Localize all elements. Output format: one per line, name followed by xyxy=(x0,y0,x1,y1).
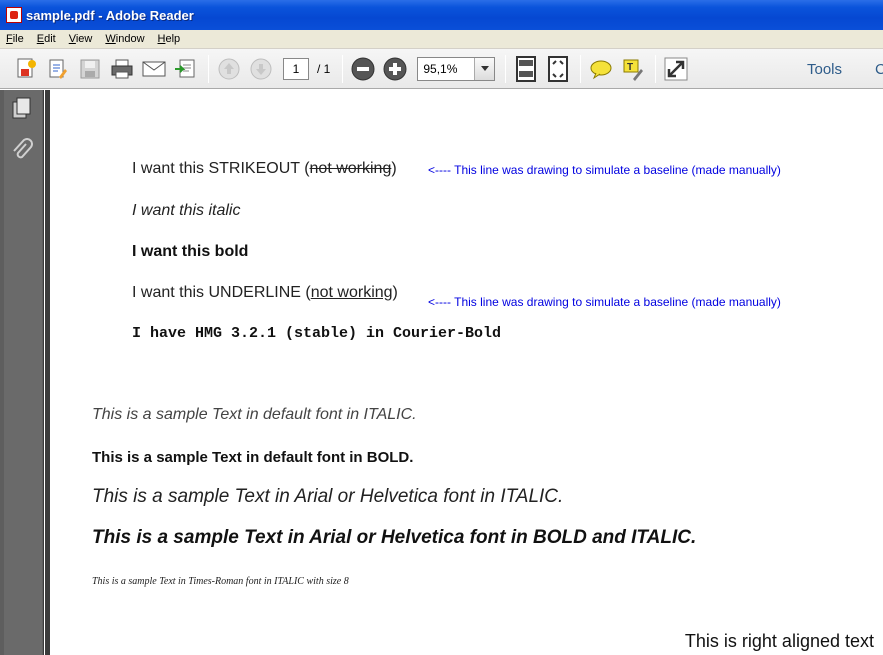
sticky-note-button[interactable] xyxy=(587,55,615,83)
menu-edit-key: E xyxy=(36,33,45,45)
bold-line: I want this bold xyxy=(132,243,249,260)
highlight-text-icon: T xyxy=(623,59,644,81)
svg-text:T: T xyxy=(627,62,633,73)
speech-bubble-icon xyxy=(590,60,612,79)
navigation-panel xyxy=(0,90,44,655)
arrow-down-icon xyxy=(250,58,272,79)
create-pdf-button[interactable] xyxy=(12,55,40,83)
menu-view-key: V xyxy=(68,33,76,45)
save-button[interactable] xyxy=(76,55,104,83)
strikeout-line: I want this STRIKEOUT (not working) xyxy=(132,160,397,178)
print-icon xyxy=(111,59,133,78)
pages-icon xyxy=(12,97,31,119)
chevron-down-icon xyxy=(480,66,489,71)
menu-view[interactable]: View xyxy=(67,33,95,45)
expand-icon xyxy=(664,57,688,80)
right-aligned-line: This is right aligned text xyxy=(684,631,874,651)
toolbar-separator xyxy=(655,54,657,83)
email-button[interactable] xyxy=(140,55,168,83)
arrow-up-icon xyxy=(218,58,240,79)
menu-view-rest: iew xyxy=(75,33,93,45)
review-button[interactable] xyxy=(172,55,200,83)
fit-page-button[interactable] xyxy=(512,55,540,83)
underline-line: I want this UNDERLINE (not working) xyxy=(132,284,398,302)
highlight-button[interactable]: T xyxy=(619,55,647,83)
navigation-panel-inner xyxy=(4,90,42,655)
previous-page-button[interactable] xyxy=(215,55,243,83)
menu-file-key: F xyxy=(6,33,13,45)
menu-file[interactable]: File xyxy=(4,33,26,45)
edit-pdf-button[interactable] xyxy=(44,55,72,83)
times-italic-line: This is a sample Text in Times-Roman fon… xyxy=(92,576,349,587)
default-bold-line: This is a sample Text in default font in… xyxy=(92,449,414,466)
print-button[interactable] xyxy=(108,55,136,83)
attachments-button[interactable] xyxy=(11,138,33,162)
default-italic-line: This is a sample Text in default font in… xyxy=(92,406,417,423)
menu-window-key: W xyxy=(105,33,116,45)
pdf-file-icon xyxy=(6,7,22,23)
zoom-in-button[interactable] xyxy=(381,55,409,83)
underline-text: not working xyxy=(310,284,393,301)
strikeout-text: not working xyxy=(309,160,392,177)
baseline-note: <---- This line was drawing to simulate … xyxy=(428,163,781,177)
page-number-input[interactable]: 1 xyxy=(283,57,309,80)
create-pdf-icon xyxy=(17,58,36,77)
underline-suffix: ) xyxy=(392,284,398,301)
page-thumbnails-button[interactable] xyxy=(11,96,33,120)
arial-italic-line: This is a sample Text in Arial or Helvet… xyxy=(92,486,564,507)
courier-bold-line: I have HMG 3.2.1 (stable) in Courier-Bol… xyxy=(132,325,502,342)
tools-pane-link[interactable]: Tools xyxy=(807,61,842,78)
italic-line: I want this italic xyxy=(132,202,241,219)
title-bar: sample.pdf - Adobe Reader xyxy=(0,0,883,30)
toolbar: 1 / 1 95,1% T Tools C xyxy=(0,49,883,89)
share-review-icon xyxy=(175,59,195,77)
toolbar-separator xyxy=(505,54,507,83)
minus-circle-icon xyxy=(351,57,375,80)
save-icon xyxy=(80,59,100,78)
toolbar-separator xyxy=(342,54,344,83)
page-total: / 1 xyxy=(317,61,331,76)
fit-width-icon xyxy=(548,55,569,82)
strikeout-suffix: ) xyxy=(391,160,397,177)
zoom-select[interactable]: 95,1% xyxy=(417,56,496,81)
toolbar-separator xyxy=(580,54,582,83)
menu-window[interactable]: Window xyxy=(103,33,146,45)
plus-circle-icon xyxy=(383,57,407,80)
zoom-value: 95,1% xyxy=(423,61,458,76)
fit-page-icon xyxy=(516,55,537,82)
fit-width-button[interactable] xyxy=(544,55,572,83)
baseline-note: <---- This line was drawing to simulate … xyxy=(428,295,781,309)
toolbar-separator xyxy=(208,54,209,83)
strikeout-prefix: I want this STRIKEOUT ( xyxy=(132,160,310,177)
paperclip-icon xyxy=(13,138,33,159)
edit-document-icon xyxy=(49,59,67,79)
window-title: sample.pdf - Adobe Reader xyxy=(26,7,194,23)
envelope-icon xyxy=(142,61,166,76)
menu-file-rest: ile xyxy=(12,33,24,45)
arial-bold-italic-line: This is a sample Text in Arial or Helvet… xyxy=(92,527,697,548)
menu-help-rest: elp xyxy=(165,33,181,45)
menu-help[interactable]: Help xyxy=(156,33,183,45)
menu-edit[interactable]: Edit xyxy=(35,33,58,45)
underline-prefix: I want this UNDERLINE ( xyxy=(132,284,311,301)
full-screen-button[interactable] xyxy=(662,55,690,83)
comment-pane-link[interactable]: C xyxy=(875,61,883,78)
menu-bar: File Edit View Window Help xyxy=(0,30,883,49)
zoom-out-button[interactable] xyxy=(349,55,377,83)
document-page: I want this STRIKEOUT (not working) <---… xyxy=(50,90,883,655)
menu-edit-rest: dit xyxy=(44,33,56,45)
zoom-dropdown-button[interactable] xyxy=(474,57,495,80)
menu-window-rest: indow xyxy=(115,33,145,45)
next-page-button[interactable] xyxy=(247,55,275,83)
